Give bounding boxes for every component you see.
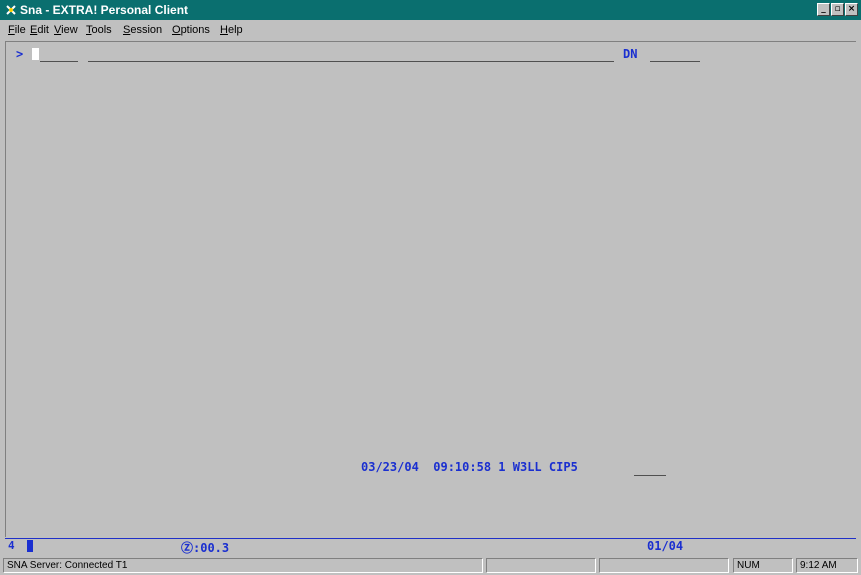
window-title: Sna - EXTRA! Personal Client (20, 3, 189, 17)
status-panel-empty-2 (599, 558, 729, 573)
terminal-id: W3LL (512, 460, 542, 474)
input-field[interactable] (88, 61, 614, 62)
input-inhibited-icon (27, 540, 33, 552)
window-controls: _ ▫ × (817, 3, 858, 16)
operator-info-area: 4 Ⓩ:00.3 01/04 (5, 539, 856, 555)
cursor-position: 01/04 (647, 539, 684, 553)
session-number: 1 (498, 460, 506, 474)
system-available-indicator: 4 (8, 539, 15, 552)
menu-view[interactable]: View (54, 24, 78, 36)
date-text: 03/23/04 (361, 460, 419, 474)
clock: 9:12 AM (796, 558, 858, 573)
menu-bar: File Edit View Tools Session Options Hel… (0, 22, 861, 39)
command-field[interactable] (40, 61, 78, 62)
num-lock-indicator: NUM (733, 558, 793, 573)
menu-options[interactable]: Options (172, 24, 210, 36)
cursor (32, 48, 39, 60)
dn-field[interactable] (650, 61, 700, 62)
dn-label: DN (623, 47, 638, 61)
terminal-screen[interactable]: > DN 03/23/04 09:10:58 1 W3LL CIP5 (5, 41, 856, 537)
menu-tools[interactable]: Tools (86, 24, 112, 36)
time-text: 09:10:58 (433, 460, 492, 474)
app-icon (6, 5, 16, 15)
timestamp-line: 03/23/04 09:10:58 1 W3LL CIP5 (361, 460, 578, 474)
menu-edit[interactable]: Edit (30, 24, 49, 36)
system-code: CIP5 (548, 460, 578, 474)
minimize-button[interactable]: _ (817, 3, 830, 16)
command-prompt: > (16, 47, 24, 61)
menu-file[interactable]: File (8, 24, 26, 36)
menu-session[interactable]: Session (123, 24, 162, 36)
response-timer: Ⓩ:00.3 (181, 541, 230, 555)
maximize-button[interactable]: ▫ (831, 3, 844, 16)
connection-status: SNA Server: Connected T1 (3, 558, 483, 573)
status-panel-empty-1 (486, 558, 596, 573)
close-button[interactable]: × (845, 3, 858, 16)
title-bar: Sna - EXTRA! Personal Client _ ▫ × (0, 0, 861, 20)
menu-help[interactable]: Help (220, 24, 243, 36)
status-bar: SNA Server: Connected T1 NUM 9:12 AM (0, 557, 861, 575)
response-field[interactable] (634, 475, 666, 476)
